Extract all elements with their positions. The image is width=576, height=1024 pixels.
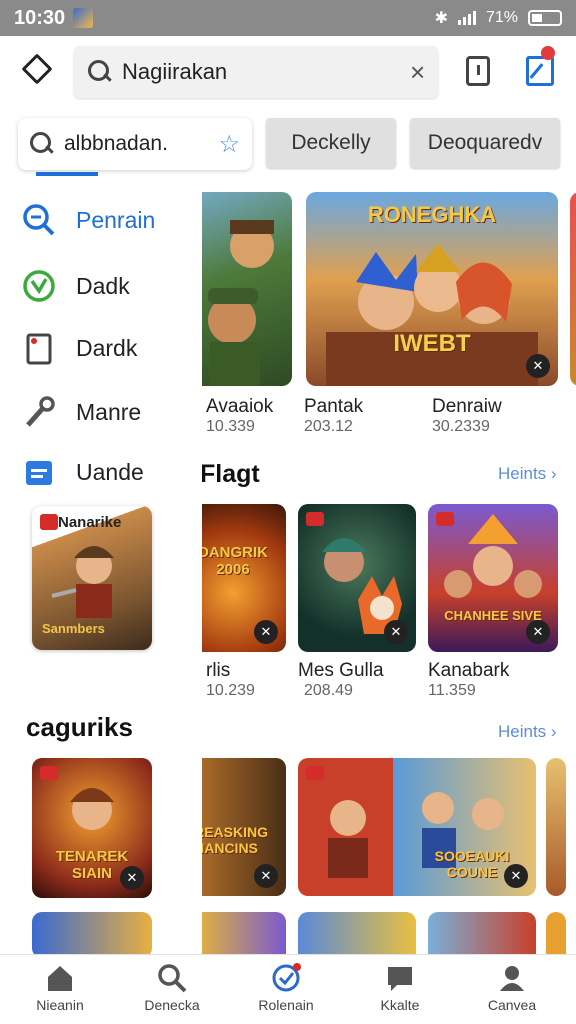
search-icon <box>88 60 112 84</box>
nav-label: Rolenain <box>258 997 314 1013</box>
game-subtitle: 10.339 <box>206 418 255 435</box>
battery-percent: 71% <box>485 9 518 26</box>
shuffle-icon[interactable]: ✕ <box>384 620 408 644</box>
more-label: Heints <box>498 722 547 741</box>
filter-chip[interactable]: Deckelly <box>266 118 396 168</box>
section-title: Flagt <box>200 460 260 488</box>
home-icon <box>48 966 72 991</box>
filter-chip[interactable]: Deoquaredv <box>410 118 560 168</box>
search-list-icon <box>23 204 55 236</box>
bottom-navigation: Nieanin Denecka Rolenain Kkalte Canvea <box>0 954 576 1024</box>
category-title: caguriks <box>26 712 133 742</box>
drawer-item-label: Dardk <box>76 334 138 361</box>
search-bar[interactable]: × <box>74 46 438 98</box>
nav-label: Kkalte <box>380 997 420 1013</box>
nav-search[interactable]: Denecka <box>122 963 222 1021</box>
drawer-item-dardk[interactable]: Dardk <box>22 328 137 368</box>
nav-home[interactable]: Nieanin <box>10 963 110 1021</box>
active-tab-indicator <box>36 172 98 176</box>
check-badge-icon <box>272 963 301 992</box>
drawer-item-manre[interactable]: Manre <box>22 392 141 432</box>
shuffle-icon[interactable]: ✕ <box>504 864 528 888</box>
featured-game-card[interactable]: Nanarike Sanmbers <box>32 506 152 650</box>
chat-icon <box>388 967 412 991</box>
folder-icon <box>26 461 52 485</box>
clock: 10:30 <box>14 6 66 29</box>
drawer-item-penrain[interactable]: Penrain <box>22 200 155 240</box>
game-title: rlis <box>206 660 231 681</box>
more-link[interactable]: Heints › <box>498 722 557 742</box>
game-card[interactable]: ✕ <box>298 504 416 652</box>
app-notification-icon <box>73 8 94 28</box>
shuffle-icon[interactable]: ✕ <box>254 620 278 644</box>
notification-dot <box>541 46 555 60</box>
game-card[interactable]: CHANHEE SIVE ✕ <box>428 504 558 652</box>
game-card[interactable]: SOOEAUKI COUNE ✕ <box>298 758 536 896</box>
shuffle-icon[interactable]: ✕ <box>120 866 144 890</box>
profile-icon <box>500 966 524 991</box>
shuffle-icon[interactable]: ✕ <box>254 864 278 888</box>
drawer-item-dadk[interactable]: Dadk <box>22 266 130 306</box>
edit-icon[interactable] <box>526 56 554 86</box>
diamond-icon[interactable] <box>21 53 53 85</box>
clear-icon[interactable]: × <box>410 57 425 88</box>
wrench-icon <box>26 396 55 427</box>
search-input[interactable] <box>122 59 410 85</box>
battery-icon <box>528 10 562 26</box>
filter-row: albbnadan. ☆ Deckelly Deoquaredv <box>0 108 576 182</box>
game-card-partial[interactable] <box>546 758 566 896</box>
drawer-item-uande[interactable]: Uande <box>22 452 144 492</box>
nav-label: Nieanin <box>36 997 84 1013</box>
game-subtitle: 203.12 <box>304 418 353 435</box>
drawer-item-label: Manre <box>76 398 142 425</box>
clipboard-icon[interactable] <box>466 56 490 86</box>
filter-search-text: albbnadan. <box>64 132 168 155</box>
star-icon[interactable]: ☆ <box>218 130 240 159</box>
nav-label: Denecka <box>144 997 200 1013</box>
game-subtitle: 30.2339 <box>432 418 490 435</box>
drawer-item-label: Penrain <box>76 206 156 233</box>
nav-profile[interactable]: Canvea <box>462 963 562 1021</box>
game-subtitle: 11.359 <box>428 682 476 699</box>
filter-search-chip[interactable]: albbnadan. ☆ <box>18 118 252 170</box>
game-title: Denraiw <box>432 396 502 417</box>
nav-label: Canvea <box>487 997 537 1013</box>
search-icon <box>158 964 187 993</box>
game-subtitle: 10.239 <box>206 682 255 699</box>
game-title: Mes Gulla <box>298 660 384 681</box>
game-banner: DANGRIK 2006 <box>198 544 268 578</box>
more-label: Heints <box>498 464 547 483</box>
nav-messages[interactable]: Kkalte <box>350 963 450 1021</box>
top-app-bar: × <box>0 36 576 108</box>
game-card[interactable]: RONEGHKA IWEBT ✕ <box>306 192 558 386</box>
more-link[interactable]: Heints › <box>498 464 557 484</box>
game-card[interactable]: TENAREK SIAIN ✕ <box>32 758 152 898</box>
tablet-icon <box>26 333 52 365</box>
game-title: Kanabark <box>428 660 510 681</box>
nav-tasks[interactable]: Rolenain <box>236 963 336 1021</box>
game-card-partial[interactable] <box>570 192 576 386</box>
shuffle-icon[interactable]: ✕ <box>526 354 550 378</box>
game-title: Pantak <box>304 396 364 417</box>
game-logo: IWEBT <box>393 330 471 357</box>
search-icon <box>30 132 54 156</box>
drawer-item-label: Uande <box>76 458 144 485</box>
game-subtitle: 208.49 <box>304 682 353 699</box>
check-circle-icon <box>23 270 55 302</box>
drawer-item-label: Dadk <box>76 272 130 299</box>
featured-game-logo: Sanmbers <box>42 621 105 636</box>
bluetooth-icon: ✱ <box>434 10 448 27</box>
navigation-drawer: Penrain Dadk Dardk Manre Uande Nanarike … <box>0 182 202 958</box>
signal-icon <box>457 11 476 25</box>
game-card[interactable] <box>32 912 152 958</box>
shuffle-icon[interactable]: ✕ <box>526 620 550 644</box>
status-bar: 10:30 ✱ 71% <box>0 0 576 36</box>
game-title: Avaaiok <box>206 396 274 417</box>
